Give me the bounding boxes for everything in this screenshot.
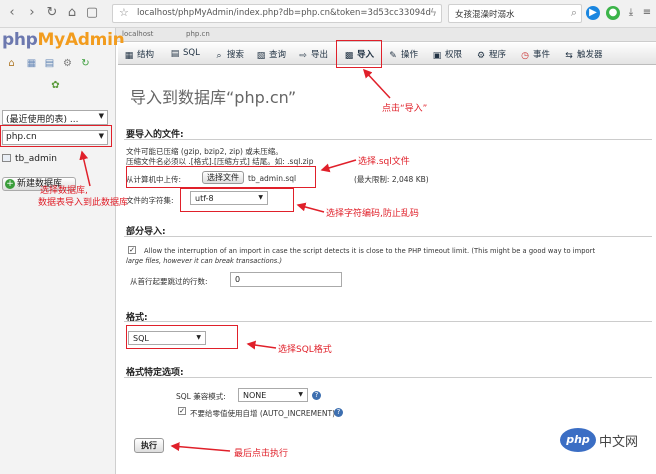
annotation-arrows <box>79 68 391 452</box>
arrow-to-format <box>246 340 277 350</box>
arrow-to-file-chooser <box>320 159 357 173</box>
site-watermark: php 中文网 <box>560 428 638 452</box>
arrow-to-import-tab <box>362 68 391 99</box>
watermark-text: 中文网 <box>599 434 639 450</box>
arrow-to-charset <box>296 202 325 213</box>
arrow-to-db-select <box>79 150 91 187</box>
php-logo: php <box>560 428 596 452</box>
arrow-to-go-button <box>170 442 231 452</box>
